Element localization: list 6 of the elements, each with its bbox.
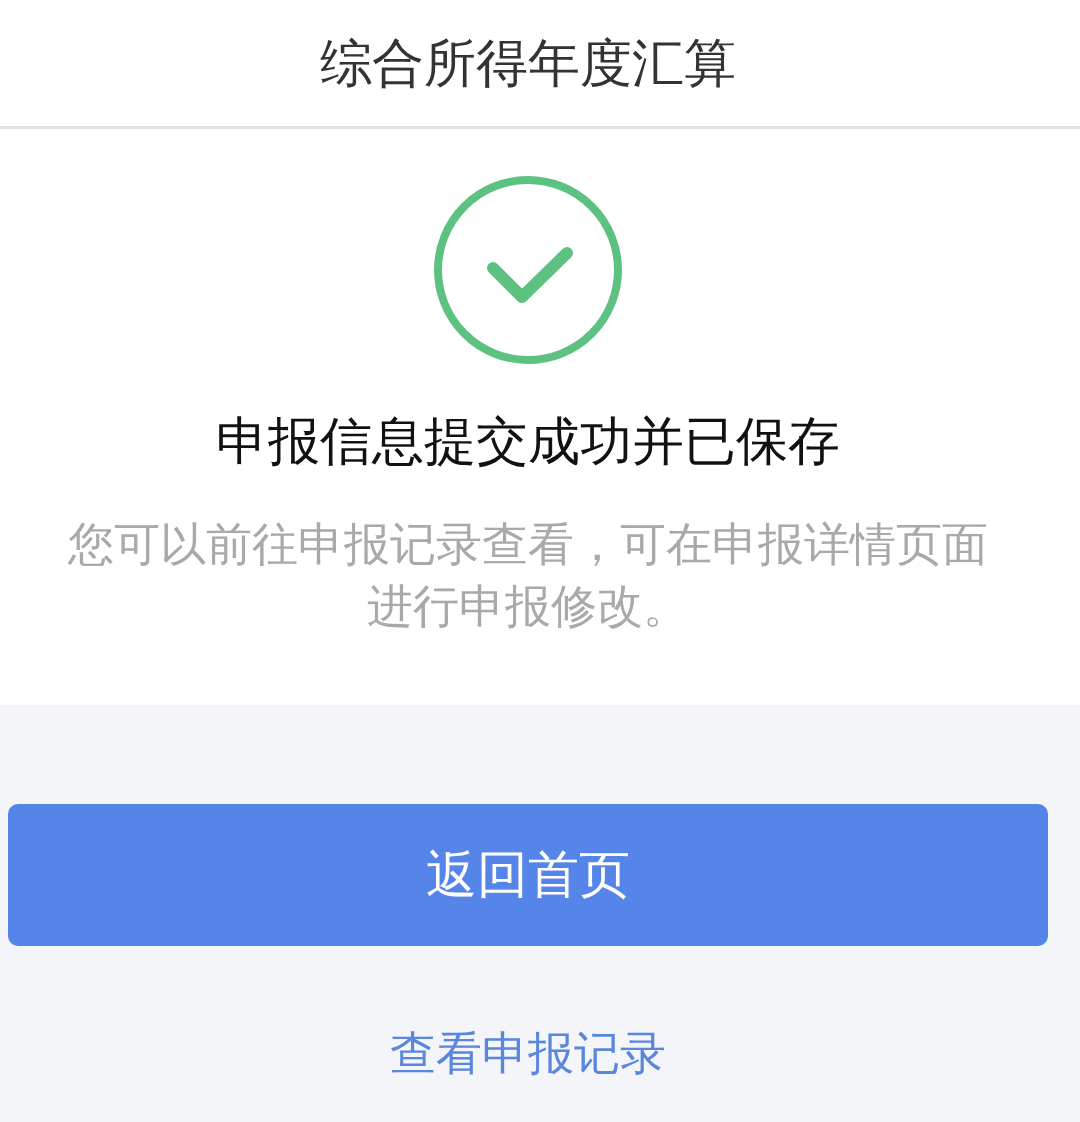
result-title: 申报信息提交成功并已保存 (216, 411, 840, 471)
page-title: 综合所得年度汇算 (320, 31, 736, 95)
result-description: 您可以前往申报记录查看，可在申报详情页面进行申报修改。 (67, 516, 989, 635)
home-button[interactable]: 返回首页 (8, 804, 1048, 946)
success-check-icon (433, 175, 623, 365)
records-link[interactable]: 查看申报记录 (390, 1024, 666, 1082)
